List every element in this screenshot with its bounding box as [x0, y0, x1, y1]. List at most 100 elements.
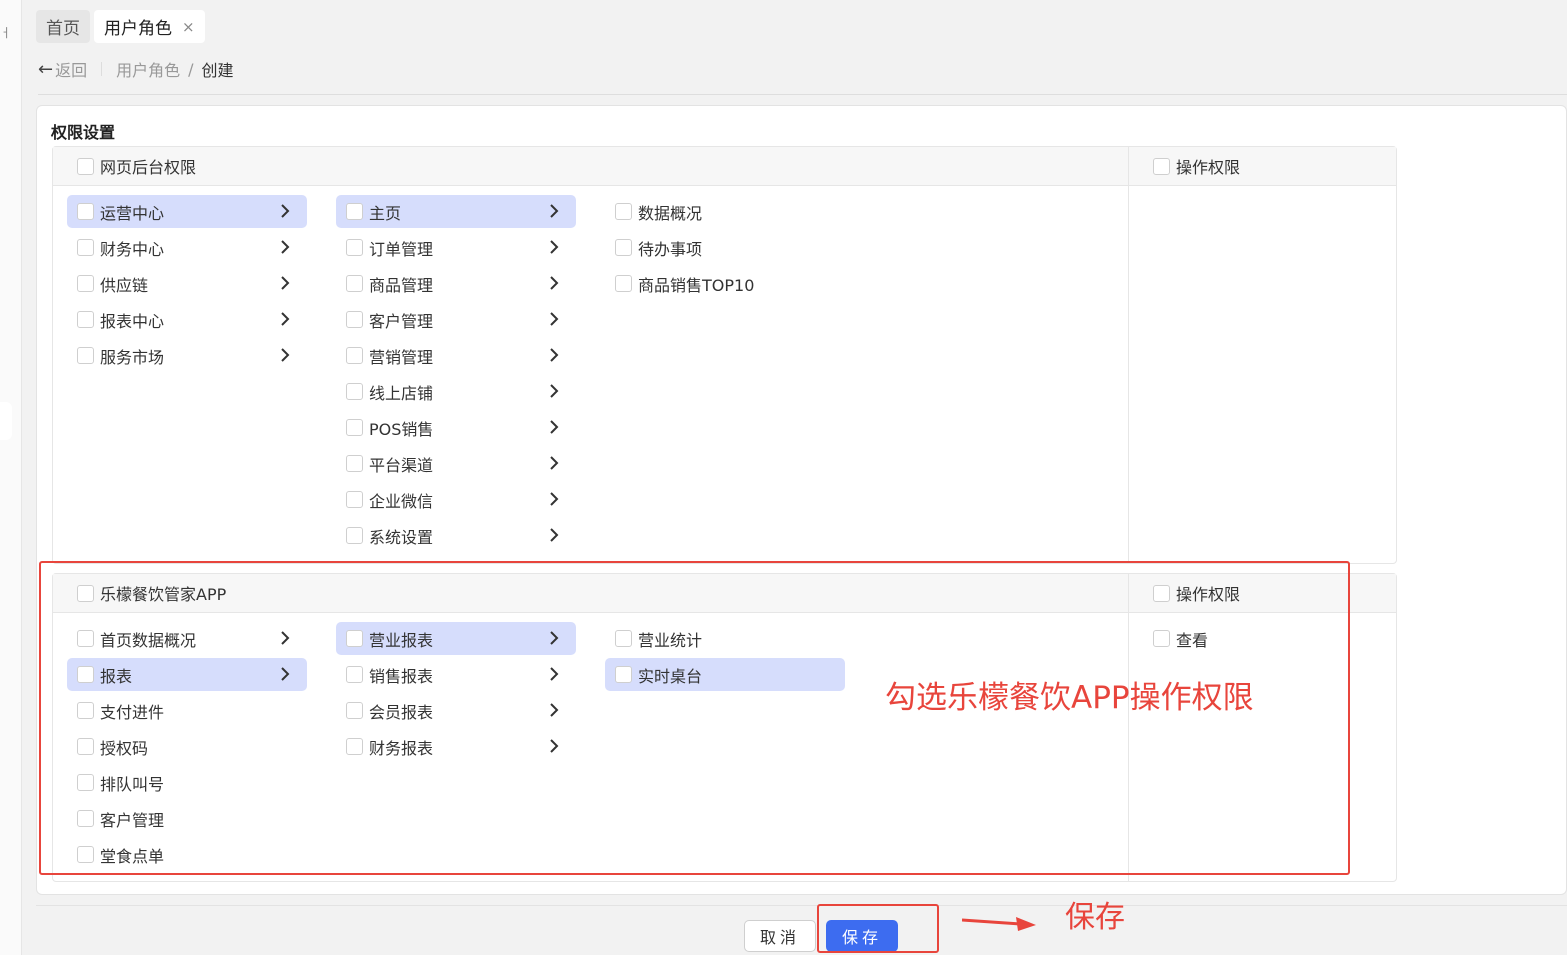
chevron-right-icon[interactable]: [546, 491, 562, 507]
permission-label: 主页: [369, 203, 402, 223]
chevron-right-icon[interactable]: [277, 275, 293, 291]
permission-label: 线上店铺: [369, 383, 434, 403]
sidebar-collapsed-glyph: ㅓ: [0, 26, 12, 40]
permission-checkbox[interactable]: [77, 203, 94, 220]
chevron-right-icon[interactable]: [546, 383, 562, 399]
web-panel-header: 网页后台权限 操作权限: [53, 147, 1396, 186]
permission-checkbox[interactable]: [346, 239, 363, 256]
web-col-3: 数据概况待办事项商品销售TOP10: [605, 195, 845, 303]
permission-item[interactable]: 企业微信: [336, 483, 576, 516]
chevron-right-icon[interactable]: [546, 239, 562, 255]
permission-item[interactable]: 服务市场: [67, 339, 307, 372]
permission-checkbox[interactable]: [615, 203, 632, 220]
left-sidebar-edge: ㅓ: [0, 0, 22, 955]
web-all-checkbox[interactable]: [77, 157, 94, 175]
annotation-arrow-icon: [962, 917, 1036, 931]
permission-checkbox[interactable]: [346, 455, 363, 472]
permission-item[interactable]: POS销售: [336, 411, 576, 444]
page-tabbar: 首页 用户角色 ×: [36, 10, 205, 44]
permission-checkbox[interactable]: [346, 203, 363, 220]
permission-label: 供应链: [100, 275, 149, 295]
web-panel-title[interactable]: 网页后台权限: [77, 147, 196, 185]
chevron-right-icon[interactable]: [277, 203, 293, 219]
save-highlight-box: [817, 904, 939, 953]
permission-checkbox[interactable]: [346, 347, 363, 364]
chevron-right-icon[interactable]: [277, 311, 293, 327]
back-arrow-icon[interactable]: ←: [38, 59, 53, 80]
save-annotation-note: 保存: [1065, 900, 1125, 935]
permission-item[interactable]: 报表中心: [67, 303, 307, 336]
app-highlight-box: [39, 561, 1350, 875]
permission-checkbox[interactable]: [346, 491, 363, 508]
chevron-right-icon[interactable]: [277, 239, 293, 255]
header-divider: [38, 94, 1567, 95]
permission-label: 运营中心: [100, 203, 165, 223]
permission-item[interactable]: 数据概况: [605, 195, 845, 228]
web-col-1: 运营中心财务中心供应链报表中心服务市场: [67, 195, 307, 375]
permission-label: 财务中心: [100, 239, 165, 259]
permission-label: 报表中心: [100, 311, 165, 331]
web-permission-panel: 网页后台权限 操作权限 运营中心财务中心供应链报表中心服务市场 主页订单管理商品…: [52, 146, 1397, 564]
permission-item[interactable]: 主页: [336, 195, 576, 228]
tab-home[interactable]: 首页: [36, 10, 90, 43]
permission-label: 系统设置: [369, 527, 434, 547]
permission-label: 营销管理: [369, 347, 434, 367]
permission-checkbox[interactable]: [346, 527, 363, 544]
permission-checkbox[interactable]: [346, 383, 363, 400]
permission-label: 客户管理: [369, 311, 434, 331]
chevron-right-icon[interactable]: [546, 347, 562, 363]
chevron-right-icon[interactable]: [546, 275, 562, 291]
permission-item[interactable]: 线上店铺: [336, 375, 576, 408]
footer-divider: [36, 905, 1567, 906]
permission-checkbox[interactable]: [77, 239, 94, 256]
permission-item[interactable]: 商品管理: [336, 267, 576, 300]
permission-checkbox[interactable]: [346, 311, 363, 328]
sidebar-toggle-handle[interactable]: [0, 402, 12, 440]
permission-checkbox[interactable]: [77, 311, 94, 328]
breadcrumb-current: 创建: [201, 61, 234, 80]
permission-label: 数据概况: [638, 203, 703, 223]
back-link[interactable]: 返回: [55, 57, 87, 81]
permission-item[interactable]: 财务中心: [67, 231, 307, 264]
web-col-2: 主页订单管理商品管理客户管理营销管理线上店铺 POS销售平台渠道企业微信系统设置: [336, 195, 576, 555]
permission-item[interactable]: 商品销售TOP10: [605, 267, 845, 300]
permission-checkbox[interactable]: [346, 275, 363, 292]
permission-label: 商品销售TOP10: [638, 275, 755, 295]
permission-checkbox[interactable]: [346, 419, 363, 436]
web-panel-column-divider: [1128, 147, 1129, 563]
permission-label: 服务市场: [100, 347, 165, 367]
permission-label: 商品管理: [369, 275, 434, 295]
permission-label: 企业微信: [369, 491, 434, 511]
app-annotation-note: 勾选乐檬餐饮APP操作权限: [885, 680, 1254, 716]
section-title: 权限设置: [51, 123, 116, 142]
permission-label: 待办事项: [638, 239, 703, 259]
permission-item[interactable]: 平台渠道: [336, 447, 576, 480]
permission-item[interactable]: 系统设置: [336, 519, 576, 552]
tab-user-role[interactable]: 用户角色 ×: [94, 10, 205, 43]
permission-checkbox[interactable]: [615, 275, 632, 292]
breadcrumb-parent[interactable]: 用户角色: [116, 57, 180, 81]
permission-label: POS销售: [369, 419, 434, 439]
chevron-right-icon[interactable]: [546, 419, 562, 435]
cancel-button[interactable]: 取消: [744, 920, 816, 952]
chevron-right-icon[interactable]: [277, 347, 293, 363]
permission-item[interactable]: 订单管理: [336, 231, 576, 264]
close-icon[interactable]: ×: [182, 18, 195, 36]
permission-checkbox[interactable]: [77, 275, 94, 292]
permission-label: 订单管理: [369, 239, 434, 259]
web-ops-checkbox[interactable]: [1153, 157, 1170, 175]
breadcrumb-separator: /: [188, 59, 194, 79]
web-ops-title[interactable]: 操作权限: [1153, 147, 1240, 185]
permission-item[interactable]: 客户管理: [336, 303, 576, 336]
permission-item[interactable]: 供应链: [67, 267, 307, 300]
chevron-right-icon[interactable]: [546, 455, 562, 471]
chevron-right-icon[interactable]: [546, 527, 562, 543]
permission-checkbox[interactable]: [615, 239, 632, 256]
permission-item[interactable]: 运营中心: [67, 195, 307, 228]
permission-checkbox[interactable]: [77, 347, 94, 364]
breadcrumb: ← 返回 用户角色 / 创建: [38, 57, 234, 81]
chevron-right-icon[interactable]: [546, 203, 562, 219]
permission-item[interactable]: 营销管理: [336, 339, 576, 372]
permission-item[interactable]: 待办事项: [605, 231, 845, 264]
chevron-right-icon[interactable]: [546, 311, 562, 327]
